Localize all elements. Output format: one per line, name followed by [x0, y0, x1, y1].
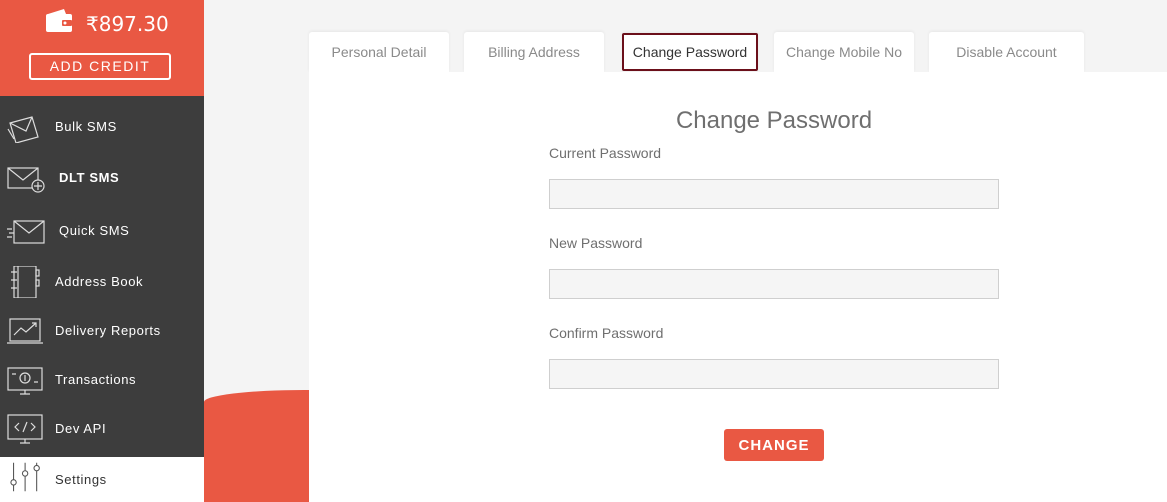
current-password-input[interactable] — [549, 179, 999, 209]
sidebar-item-label: Address Book — [55, 274, 144, 289]
sidebar-item-label: Settings — [55, 472, 107, 487]
wallet-balance: ₹897.30 — [86, 12, 169, 36]
sidebar-item-quick-sms[interactable]: Quick SMS — [0, 206, 204, 255]
change-password-panel: Change Password Current Password New Pas… — [309, 72, 1167, 502]
change-password-submit-button[interactable]: CHANGE — [724, 429, 824, 461]
tab-personal-detail[interactable]: Personal Detail — [309, 32, 449, 72]
wallet-panel: ₹897.30 ADD CREDIT — [0, 0, 204, 96]
sidebar-item-label: Dev API — [55, 421, 107, 436]
sidebar-item-bulk-sms[interactable]: Bulk SMS — [0, 102, 204, 151]
sidebar-item-settings[interactable]: Settings — [0, 457, 204, 502]
tab-disable-account[interactable]: Disable Account — [929, 32, 1084, 72]
tab-billing-address[interactable]: Billing Address — [464, 32, 604, 72]
sliders-icon — [10, 462, 40, 492]
delivery-reports-icon — [7, 318, 43, 344]
sidebar-item-label: Transactions — [55, 372, 137, 387]
sidebar-item-label: Delivery Reports — [55, 323, 161, 338]
confirm-password-label: Confirm Password — [549, 325, 664, 341]
confirm-password-input[interactable] — [549, 359, 999, 389]
dlt-sms-icon — [7, 167, 45, 193]
sidebar-item-transactions[interactable]: Transactions — [0, 355, 204, 404]
wallet-icon — [46, 9, 72, 32]
sidebar: ₹897.30 ADD CREDIT Bulk SMS DLT SMS Quic… — [0, 0, 204, 502]
new-password-input[interactable] — [549, 269, 999, 299]
address-book-icon — [11, 266, 40, 298]
decorative-background-shape — [204, 390, 314, 502]
add-credit-button[interactable]: ADD CREDIT — [29, 53, 171, 80]
sidebar-item-label: Quick SMS — [59, 223, 130, 238]
tab-change-password[interactable]: Change Password — [622, 33, 758, 71]
quick-sms-icon — [7, 220, 45, 244]
bulk-sms-icon — [7, 116, 39, 143]
sidebar-item-label: DLT SMS — [59, 170, 120, 185]
sidebar-item-delivery-reports[interactable]: Delivery Reports — [0, 306, 204, 355]
sidebar-item-dev-api[interactable]: Dev API — [0, 404, 204, 453]
tab-change-mobile-no[interactable]: Change Mobile No — [774, 32, 914, 72]
sidebar-item-address-book[interactable]: Address Book — [0, 257, 204, 306]
sidebar-item-label: Bulk SMS — [55, 119, 117, 134]
current-password-label: Current Password — [549, 145, 662, 161]
code-icon — [7, 414, 43, 444]
sidebar-item-dlt-sms[interactable]: DLT SMS — [0, 153, 204, 202]
form-title: Change Password — [675, 107, 873, 134]
new-password-label: New Password — [549, 235, 643, 251]
transactions-icon — [7, 367, 43, 395]
